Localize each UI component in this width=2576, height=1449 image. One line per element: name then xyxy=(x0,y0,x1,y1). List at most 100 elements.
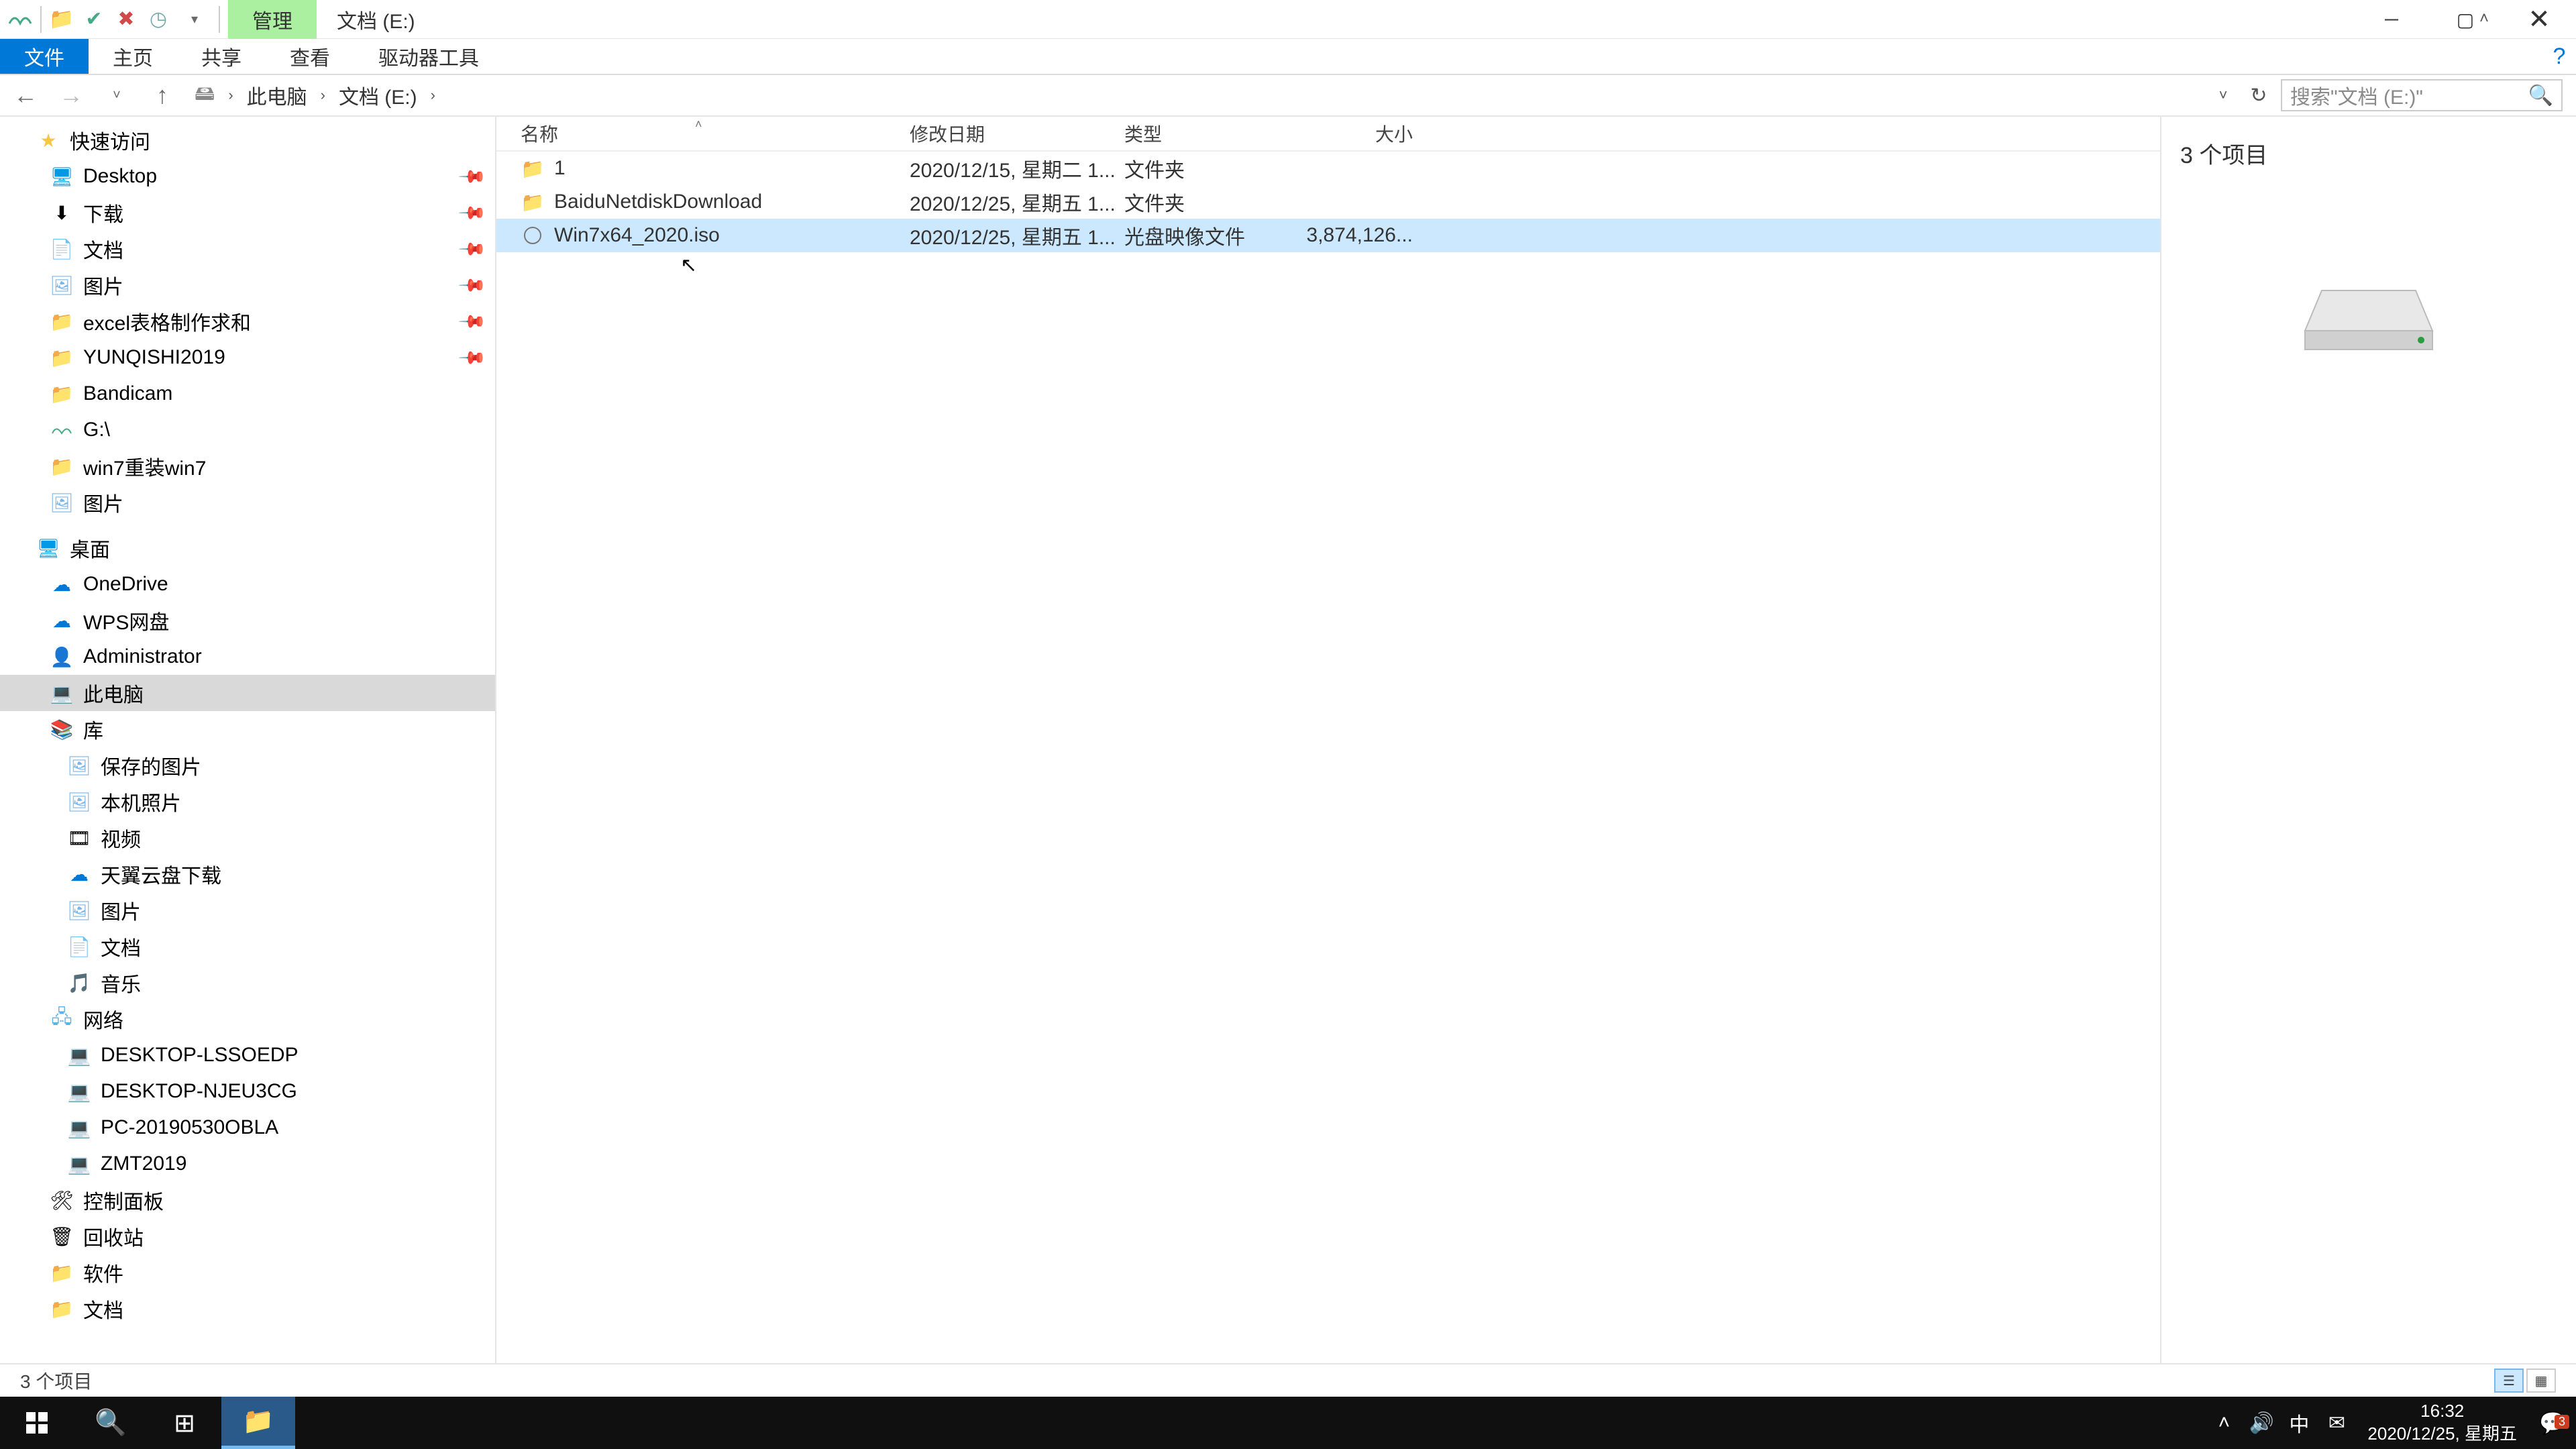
tree-item[interactable]: 📁文档 xyxy=(0,1291,495,1327)
tree-control-panel[interactable]: 🛠控制面板 xyxy=(0,1182,495,1218)
main-area: ★快速访问 🖥Desktop📌 ⬇下载📌 📄文档📌 🖼图片📌 📁excel表格制… xyxy=(0,117,2576,1363)
tree-item[interactable]: 📁Bandicam xyxy=(0,376,495,412)
tree-item[interactable]: 🖼图片📌 xyxy=(0,267,495,303)
music-icon: 🎵 xyxy=(67,971,91,995)
tree-item[interactable]: 📁YUNQISHI2019📌 xyxy=(0,339,495,376)
tab-file[interactable]: 文件 xyxy=(0,39,89,74)
explorer-taskbar-button[interactable]: 📁 xyxy=(221,1397,295,1449)
task-view-button[interactable]: ⊞ xyxy=(148,1397,221,1449)
tab-drive-tools[interactable]: 驱动器工具 xyxy=(354,39,503,74)
ime-icon[interactable]: 中 xyxy=(2280,1408,2318,1438)
tree-item[interactable]: 👤Administrator xyxy=(0,639,495,675)
tree-item[interactable]: 🖼保存的图片 xyxy=(0,747,495,784)
tree-item[interactable]: 📄文档 xyxy=(0,928,495,965)
tree-item[interactable]: 💻DESKTOP-NJEU3CG xyxy=(0,1073,495,1110)
search-input[interactable]: 搜索"文档 (E:)" 🔍 xyxy=(2281,79,2563,111)
volume-icon[interactable]: 🔊 xyxy=(2243,1411,2280,1435)
file-row[interactable]: 📁BaiduNetdiskDownload 2020/12/25, 星期五 1.… xyxy=(496,185,2160,219)
user-icon: 👤 xyxy=(50,645,74,669)
folder-icon: 📁 xyxy=(50,1297,74,1321)
breadcrumb-pc[interactable]: 此电脑 xyxy=(247,80,307,110)
tree-item[interactable]: ⬇下载📌 xyxy=(0,195,495,231)
maximize-button[interactable]: ▢ xyxy=(2428,0,2502,39)
column-size[interactable]: 大小 xyxy=(1299,120,1413,147)
file-list-area: 名称˄ 修改日期 类型 大小 📁1 2020/12/15, 星期二 1... 文… xyxy=(496,117,2576,1363)
window-title: 文档 (E:) xyxy=(317,5,435,34)
forward-button[interactable]: → xyxy=(51,81,91,109)
history-dropdown[interactable]: ˅ xyxy=(97,88,137,103)
tree-item[interactable]: 📁excel表格制作求和📌 xyxy=(0,303,495,339)
quick-access-toolbar: 📁 ✔ ✖ ◷ ▾ xyxy=(0,3,228,36)
file-row[interactable]: 📁1 2020/12/15, 星期二 1... 文件夹 xyxy=(496,152,2160,185)
tree-item[interactable]: G:\ xyxy=(0,412,495,448)
system-tray: ˄ 🔊 中 ✉ 16:32 2020/12/25, 星期五 💬3 xyxy=(2205,1397,2576,1449)
tree-item[interactable]: 🖼图片 xyxy=(0,484,495,521)
checkbox-icon[interactable]: ✔ xyxy=(78,3,110,36)
tree-recycle-bin[interactable]: 🗑回收站 xyxy=(0,1218,495,1254)
taskbar[interactable]: 🔍 ⊞ 📁 ˄ 🔊 中 ✉ 16:32 2020/12/25, 星期五 💬3 xyxy=(0,1397,2576,1449)
tree-item[interactable]: ☁WPS网盘 xyxy=(0,602,495,639)
tab-view[interactable]: 查看 xyxy=(266,39,354,74)
refresh-button[interactable]: ↻ xyxy=(2242,84,2275,107)
pin-icon: 📌 xyxy=(457,162,487,192)
desktop-icon: 🖥 xyxy=(50,164,74,189)
file-list[interactable]: 名称˄ 修改日期 类型 大小 📁1 2020/12/15, 星期二 1... 文… xyxy=(496,117,2160,1363)
tree-item[interactable]: 🎞视频 xyxy=(0,820,495,856)
details-view-button[interactable]: ☰ xyxy=(2494,1368,2524,1393)
tree-item[interactable]: 📁win7重装win7 xyxy=(0,448,495,484)
drive-preview-icon xyxy=(2180,277,2557,358)
tree-item[interactable]: 📁软件 xyxy=(0,1254,495,1291)
tree-item[interactable]: ☁天翼云盘下载 xyxy=(0,856,495,892)
contextual-tab[interactable]: 管理 xyxy=(228,0,317,39)
breadcrumb[interactable]: 🖴 › 此电脑 › 文档 (E:) › xyxy=(188,77,2204,114)
tree-item[interactable]: 💻DESKTOP-LSSOEDP xyxy=(0,1037,495,1073)
chevron-right-icon[interactable]: › xyxy=(228,87,233,104)
disc-icon xyxy=(521,223,545,248)
icons-view-button[interactable]: ▦ xyxy=(2526,1368,2556,1393)
search-button[interactable]: 🔍 xyxy=(74,1397,148,1449)
back-button[interactable]: ← xyxy=(5,81,46,109)
column-name[interactable]: 名称˄ xyxy=(521,120,910,147)
tree-item[interactable]: 🖼本机照片 xyxy=(0,784,495,820)
close-icon[interactable]: ✖ xyxy=(110,3,142,36)
column-date[interactable]: 修改日期 xyxy=(910,120,1124,147)
tree-item[interactable]: ☁OneDrive xyxy=(0,566,495,602)
tree-desktop[interactable]: 🖥桌面 xyxy=(0,530,495,566)
tree-network[interactable]: 🖧网络 xyxy=(0,1001,495,1037)
folder-icon: 📁 xyxy=(50,309,74,333)
folder-icon[interactable]: 📁 xyxy=(46,3,78,36)
tree-this-pc[interactable]: 💻此电脑 xyxy=(0,675,495,711)
separator xyxy=(219,6,220,33)
chevron-right-icon[interactable]: › xyxy=(431,87,435,104)
search-icon[interactable]: 🔍 xyxy=(2528,84,2553,107)
start-button[interactable] xyxy=(0,1397,74,1449)
tree-item[interactable]: 🖥Desktop📌 xyxy=(0,158,495,195)
column-type[interactable]: 类型 xyxy=(1124,120,1299,147)
tree-item[interactable]: 📄文档📌 xyxy=(0,231,495,267)
tray-overflow-icon[interactable]: ˄ xyxy=(2205,1411,2243,1434)
qat-dropdown-icon[interactable]: ▾ xyxy=(174,3,215,36)
security-icon[interactable]: ✉ xyxy=(2318,1411,2355,1435)
tree-item[interactable]: 💻ZMT2019 xyxy=(0,1146,495,1182)
settings-icon[interactable]: ◷ xyxy=(142,3,174,36)
close-button[interactable]: ✕ xyxy=(2502,0,2576,39)
help-icon[interactable]: ? xyxy=(2542,39,2576,74)
minimize-button[interactable]: ─ xyxy=(2355,0,2428,39)
app-icon[interactable] xyxy=(4,3,36,36)
file-row-selected[interactable]: Win7x64_2020.iso 2020/12/25, 星期五 1... 光盘… xyxy=(496,219,2160,252)
clock[interactable]: 16:32 2020/12/25, 星期五 xyxy=(2355,1400,2529,1446)
tab-home[interactable]: 主页 xyxy=(89,39,177,74)
notification-button[interactable]: 💬3 xyxy=(2529,1410,2576,1436)
up-button[interactable]: ↑ xyxy=(142,81,182,109)
tree-quick-access[interactable]: ★快速访问 xyxy=(0,122,495,158)
tab-share[interactable]: 共享 xyxy=(177,39,266,74)
column-headers[interactable]: 名称˄ 修改日期 类型 大小 xyxy=(496,117,2160,152)
tree-item[interactable]: 🎵音乐 xyxy=(0,965,495,1001)
chevron-right-icon[interactable]: › xyxy=(321,87,325,104)
tree-item[interactable]: 📚库 xyxy=(0,711,495,747)
tree-item[interactable]: 🖼图片 xyxy=(0,892,495,928)
breadcrumb-location[interactable]: 文档 (E:) xyxy=(339,80,417,110)
address-dropdown-icon[interactable]: ˅ xyxy=(2210,87,2237,104)
tree-item[interactable]: 💻PC-20190530OBLA xyxy=(0,1110,495,1146)
navigation-tree[interactable]: ★快速访问 🖥Desktop📌 ⬇下载📌 📄文档📌 🖼图片📌 📁excel表格制… xyxy=(0,117,496,1363)
